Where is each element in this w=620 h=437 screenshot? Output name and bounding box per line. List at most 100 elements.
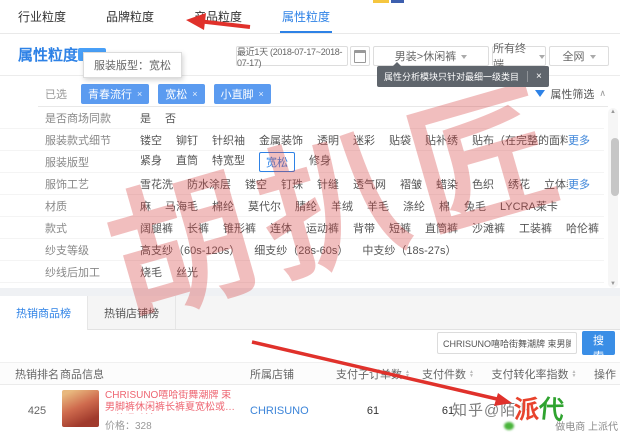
category-dropdown[interactable]: 男装>休闲裤: [373, 46, 489, 66]
attribute-value[interactable]: 马海毛: [165, 198, 198, 214]
attribute-value[interactable]: 羊绒: [331, 198, 353, 214]
attribute-value[interactable]: 烧毛: [140, 264, 162, 280]
attribute-value[interactable]: 特宽型: [212, 152, 245, 172]
attribute-value[interactable]: 是: [140, 110, 151, 126]
attribute-value[interactable]: 直筒裤: [425, 220, 458, 236]
remove-tag-icon[interactable]: ×: [192, 89, 197, 99]
attribute-value[interactable]: 工装裤: [519, 220, 552, 236]
attribute-value[interactable]: 绣花: [508, 176, 530, 192]
scope-dropdown[interactable]: 全网: [549, 46, 609, 66]
table-row: 425CHRISUNO嘻哈街舞潮牌 束男脚裤休闲裤长裤夏宽松或薄两款运动裤价格：…: [0, 385, 620, 437]
column-header[interactable]: 支付件数▲▼: [418, 366, 478, 382]
attribute-value[interactable]: 紧身: [140, 152, 162, 172]
vertical-scrollbar[interactable]: ▲ ▼: [608, 108, 618, 288]
column-header[interactable]: 支付转化率指数▲▼: [478, 366, 590, 382]
attribute-value[interactable]: 迷彩: [353, 132, 375, 148]
attribute-label: 服装版型: [0, 154, 140, 170]
selected-tag[interactable]: 青春流行×: [81, 84, 149, 104]
attribute-value[interactable]: 针织袖: [212, 132, 245, 148]
sort-down-icon: ▼: [405, 374, 410, 378]
attribute-value[interactable]: 沙滩裤: [472, 220, 505, 236]
attribute-value[interactable]: 宽松: [259, 152, 295, 172]
attribute-value[interactable]: 阔腿裤: [140, 220, 173, 236]
attribute-value[interactable]: 镂空: [140, 132, 162, 148]
attribute-value[interactable]: 透气网: [353, 176, 386, 192]
sort-icon[interactable]: ▲▼: [469, 370, 474, 378]
attribute-value[interactable]: 腈纶: [295, 198, 317, 214]
attribute-label: 服装款式细节: [0, 132, 140, 148]
bottom-tab[interactable]: 热销店铺榜: [88, 296, 176, 329]
product-title[interactable]: CHRISUNO嘻哈街舞潮牌 束男脚裤休闲裤长裤夏宽松或薄两款运动裤: [105, 390, 237, 414]
attribute-value[interactable]: 雪花洗: [140, 176, 173, 192]
attribute-value[interactable]: 镂空: [245, 176, 267, 192]
attribute-value[interactable]: 细支纱（28s-60s）: [254, 242, 348, 258]
attribute-value[interactable]: 否: [165, 110, 176, 126]
terminal-dropdown[interactable]: 所有终端: [492, 46, 546, 66]
remove-tag-icon[interactable]: ×: [259, 89, 264, 99]
attribute-value[interactable]: 长裤: [187, 220, 209, 236]
attribute-value[interactable]: 色织: [472, 176, 494, 192]
attribute-value[interactable]: LYCRA莱卡: [500, 198, 558, 214]
selected-tag[interactable]: 宽松×: [158, 84, 204, 104]
scroll-down-icon[interactable]: ▼: [608, 281, 618, 287]
attribute-value[interactable]: 麻: [140, 198, 151, 214]
close-icon[interactable]: ×: [527, 71, 542, 82]
selected-tag[interactable]: 小直脚×: [214, 84, 271, 104]
chevron-down-icon: [539, 55, 545, 62]
sort-icon[interactable]: ▲▼: [405, 370, 410, 378]
attribute-value[interactable]: 贴袋: [389, 132, 411, 148]
attribute-value[interactable]: 金属装饰: [259, 132, 303, 148]
attribute-value[interactable]: 贴补绣: [425, 132, 458, 148]
column-label: 热销排名: [15, 366, 59, 382]
attribute-value[interactable]: 中支纱（18s-27s）: [362, 242, 456, 258]
more-link[interactable]: 更多: [568, 132, 590, 148]
nav-tab[interactable]: 行业粒度: [18, 0, 66, 33]
attribute-value[interactable]: 短裤: [389, 220, 411, 236]
column-header[interactable]: 支付子订单数▲▼: [328, 366, 418, 382]
attribute-value[interactable]: 莫代尔: [248, 198, 281, 214]
attribute-value[interactable]: 防水涂层: [187, 176, 231, 192]
shop-link[interactable]: CHRISUNO: [240, 405, 328, 417]
sort-icon[interactable]: ▲▼: [572, 370, 577, 378]
attribute-value[interactable]: 蜡染: [436, 176, 458, 192]
nav-tab[interactable]: 品牌粒度: [106, 0, 154, 33]
chevron-down-icon: [590, 55, 596, 62]
attribute-value[interactable]: 褶皱: [400, 176, 422, 192]
nav-tab[interactable]: 属性粒度: [282, 0, 330, 33]
search-button[interactable]: 搜索: [582, 331, 615, 355]
attribute-value[interactable]: 直筒: [176, 152, 198, 172]
attribute-value[interactable]: 贴布（在完整的面料上贴）: [472, 132, 568, 148]
scrollbar-thumb[interactable]: [611, 138, 619, 196]
product-thumbnail[interactable]: [62, 390, 99, 427]
nav-tab[interactable]: 产品粒度: [194, 0, 242, 33]
remove-tag-icon[interactable]: ×: [137, 89, 142, 99]
sort-down-icon: ▼: [572, 374, 577, 378]
attribute-filter-toggle[interactable]: 属性筛选 ∧: [535, 85, 606, 102]
attribute-value[interactable]: 立体裁剪: [544, 176, 568, 192]
attribute-value[interactable]: 透明: [317, 132, 339, 148]
attribute-value[interactable]: 棉: [439, 198, 450, 214]
search-input[interactable]: [437, 332, 577, 354]
more-link[interactable]: 更多: [568, 176, 590, 192]
attribute-value[interactable]: 棉纶: [212, 198, 234, 214]
attribute-value[interactable]: 铆钉: [176, 132, 198, 148]
scroll-up-icon[interactable]: ▲: [608, 109, 618, 115]
attribute-value[interactable]: 高支纱（60s-120s）: [140, 242, 240, 258]
attribute-value[interactable]: 兔毛: [464, 198, 486, 214]
bottom-tab[interactable]: 热销商品榜: [0, 296, 88, 330]
attribute-value[interactable]: 哈伦裤: [566, 220, 599, 236]
date-range-picker[interactable]: 最近1天 (2018-07-17~2018-07-17): [236, 46, 348, 66]
attribute-value[interactable]: 连体: [270, 220, 292, 236]
attribute-value[interactable]: 锥形裤: [223, 220, 256, 236]
attribute-value[interactable]: 钉珠: [281, 176, 303, 192]
calendar-button[interactable]: [350, 46, 370, 66]
chevron-down-icon: [461, 55, 467, 62]
attribute-value[interactable]: 修身: [309, 152, 331, 172]
attribute-value[interactable]: 针缝: [317, 176, 339, 192]
attribute-value[interactable]: 羊毛: [367, 198, 389, 214]
section-gap: [0, 288, 620, 296]
attribute-value[interactable]: 背带: [353, 220, 375, 236]
attribute-value[interactable]: 涤纶: [403, 198, 425, 214]
attribute-value[interactable]: 丝光: [176, 264, 198, 280]
attribute-value[interactable]: 运动裤: [306, 220, 339, 236]
